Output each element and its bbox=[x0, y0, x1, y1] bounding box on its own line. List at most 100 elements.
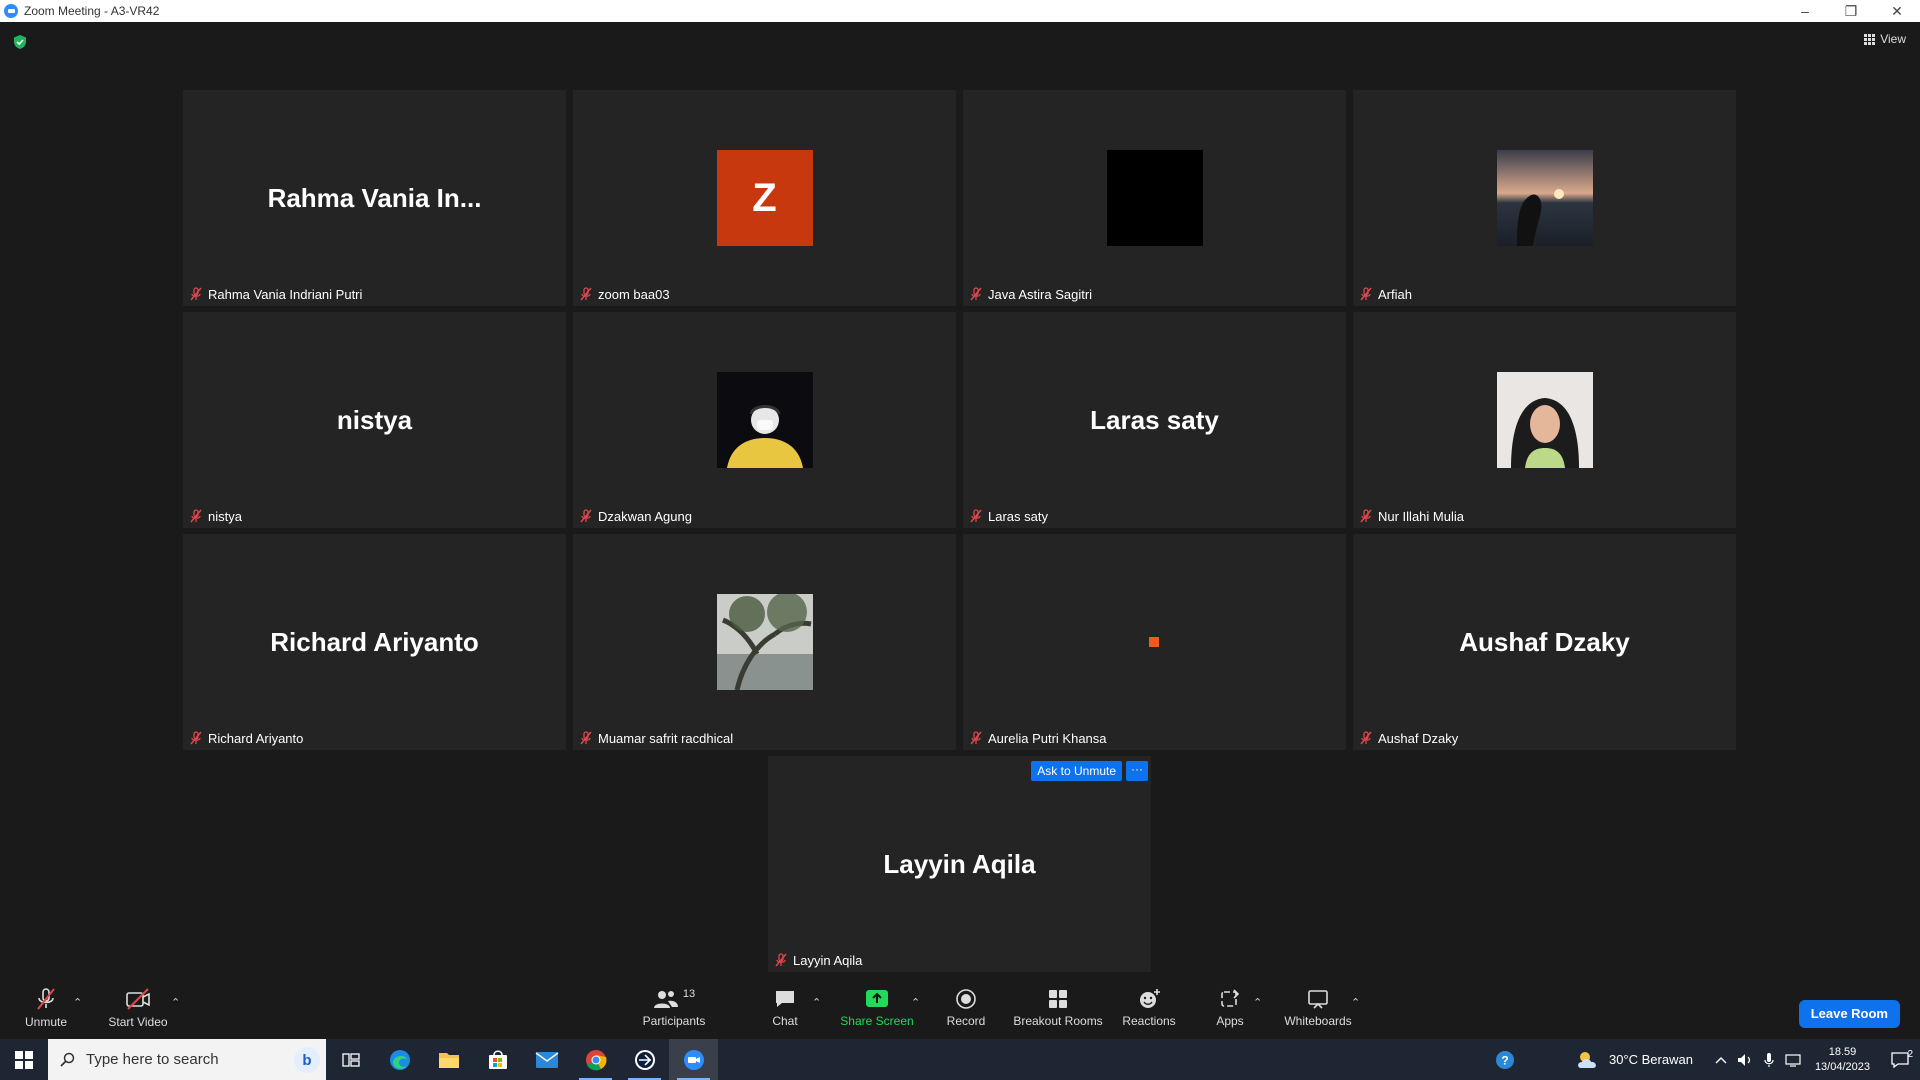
close-button[interactable]: ✕ bbox=[1874, 0, 1920, 22]
audio-options-caret[interactable]: ⌃ bbox=[73, 996, 82, 1009]
participant-name: Java Astira Sagitri bbox=[988, 286, 1093, 302]
tile-name-label: Aurelia Putri Khansa bbox=[967, 728, 1111, 748]
chrome-icon[interactable] bbox=[571, 1039, 620, 1080]
tile-name-label: zoom baa03 bbox=[577, 284, 674, 304]
tile-name-label: Richard Ariyanto bbox=[187, 728, 307, 748]
apps-button[interactable]: Apps bbox=[1210, 976, 1250, 1039]
video-tile[interactable]: Z zoom baa03 bbox=[573, 90, 956, 306]
clock-date: 13/04/2023 bbox=[1814, 1060, 1870, 1073]
video-tile[interactable]: Muamar safrit racdhical bbox=[573, 534, 956, 750]
participants-icon bbox=[653, 990, 678, 1008]
system-tray: ? 30°C Berawan 18.59 13/04/2023 2 bbox=[1485, 1039, 1920, 1080]
windows-logo-icon bbox=[15, 1050, 33, 1069]
start-video-button[interactable]: Start Video bbox=[106, 976, 170, 1039]
whiteboards-options-caret[interactable]: ⌃ bbox=[1351, 996, 1360, 1009]
microphone-muted-icon bbox=[37, 987, 55, 1010]
participant-name: Aushaf Dzaky bbox=[1378, 730, 1459, 746]
tile-name-label: Dzakwan Agung bbox=[577, 506, 696, 526]
task-view-icon[interactable] bbox=[326, 1039, 375, 1080]
participant-name: nistya bbox=[208, 508, 242, 524]
apps-icon bbox=[1221, 988, 1240, 1007]
share-options-caret[interactable]: ⌃ bbox=[911, 996, 920, 1009]
video-tile[interactable]: Laras saty Laras saty bbox=[963, 312, 1346, 528]
video-tile[interactable]: Java Astira Sagitri bbox=[963, 90, 1346, 306]
view-button[interactable]: View bbox=[1864, 32, 1906, 46]
participants-button[interactable]: 13 Participants bbox=[640, 976, 708, 1039]
vpn-app-icon[interactable] bbox=[620, 1039, 669, 1080]
video-tile[interactable]: Aurelia Putri Khansa bbox=[963, 534, 1346, 750]
chat-options-caret[interactable]: ⌃ bbox=[812, 996, 821, 1009]
edge-icon[interactable] bbox=[375, 1039, 424, 1080]
notification-center-icon[interactable]: 2 bbox=[1880, 1049, 1920, 1068]
video-tile[interactable]: nistya nistya bbox=[183, 312, 566, 528]
chevron-up-icon[interactable] bbox=[1709, 1056, 1733, 1064]
meeting-toolbar: Unmute ⌃ Start Video ⌃ 13 Participants C… bbox=[0, 976, 1920, 1039]
breakout-rooms-button[interactable]: Breakout Rooms bbox=[1013, 976, 1103, 1039]
shield-icon[interactable] bbox=[12, 34, 28, 50]
reactions-button[interactable]: Reactions bbox=[1121, 976, 1177, 1039]
participant-name: Layyin Aqila bbox=[793, 952, 863, 968]
mic-muted-icon bbox=[970, 287, 982, 301]
taskbar-search[interactable]: Type here to search b bbox=[48, 1039, 326, 1080]
unmute-button[interactable]: Unmute bbox=[20, 976, 72, 1039]
reactions-label: Reactions bbox=[1122, 1013, 1176, 1028]
whiteboards-button[interactable]: Whiteboards bbox=[1282, 976, 1354, 1039]
record-button[interactable]: Record bbox=[944, 976, 988, 1039]
video-tile[interactable]: Rahma Vania In... Rahma Vania Indriani P… bbox=[183, 90, 566, 306]
clock[interactable]: 18.59 13/04/2023 bbox=[1815, 1045, 1870, 1075]
meeting-gallery: View Rahma Vania In... Rahma Vania Indri… bbox=[0, 22, 1920, 976]
maximize-button[interactable]: ❐ bbox=[1828, 0, 1874, 22]
store-icon[interactable] bbox=[473, 1039, 522, 1080]
mic-muted-icon bbox=[970, 731, 982, 745]
zoom-taskbar-icon[interactable] bbox=[669, 1039, 718, 1080]
apps-options-caret[interactable]: ⌃ bbox=[1253, 996, 1262, 1009]
cloudy-weather-icon bbox=[1578, 1051, 1596, 1068]
tile-name-label: Laras saty bbox=[967, 506, 1052, 526]
chat-icon bbox=[776, 990, 794, 1007]
avatar bbox=[716, 372, 813, 468]
mic-muted-icon bbox=[1360, 509, 1372, 523]
help-icon[interactable]: ? bbox=[1485, 1049, 1525, 1071]
avatar bbox=[716, 594, 813, 690]
whiteboard-icon bbox=[1308, 989, 1328, 1009]
tile-display-name: Layyin Aqila bbox=[883, 848, 1036, 879]
video-tile[interactable]: Aushaf Dzaky Aushaf Dzaky bbox=[1353, 534, 1736, 750]
record-icon bbox=[956, 988, 976, 1009]
volume-icon[interactable] bbox=[1733, 1053, 1757, 1067]
network-icon[interactable] bbox=[1781, 1053, 1805, 1067]
video-tile[interactable]: Layyin Aqila Ask to Unmute ··· Layyin Aq… bbox=[768, 756, 1151, 972]
view-label: View bbox=[1880, 32, 1906, 46]
start-video-label: Start Video bbox=[108, 1014, 168, 1029]
window-titlebar: Zoom Meeting - A3-VR42 – ❐ ✕ bbox=[0, 0, 1920, 22]
whiteboards-label: Whiteboards bbox=[1284, 1013, 1352, 1028]
tile-name-label: Muamar safrit racdhical bbox=[577, 728, 737, 748]
zoom-app-icon bbox=[4, 4, 18, 18]
leave-room-button[interactable]: Leave Room bbox=[1798, 1000, 1900, 1028]
video-tile[interactable]: Arfiah bbox=[1353, 90, 1736, 306]
share-screen-button[interactable]: Share Screen bbox=[840, 976, 914, 1039]
bing-icon[interactable]: b bbox=[294, 1047, 320, 1073]
start-button[interactable] bbox=[0, 1039, 48, 1080]
minimize-button[interactable]: – bbox=[1782, 0, 1828, 22]
mail-icon[interactable] bbox=[522, 1039, 571, 1080]
video-tile[interactable]: Richard Ariyanto Richard Ariyanto bbox=[183, 534, 566, 750]
mic-muted-icon bbox=[580, 731, 592, 745]
video-options-caret[interactable]: ⌃ bbox=[171, 996, 180, 1009]
windows-taskbar: Type here to search b ? 30°C Berawan 18.… bbox=[0, 1039, 1920, 1080]
apps-label: Apps bbox=[1216, 1013, 1244, 1028]
file-explorer-icon[interactable] bbox=[424, 1039, 473, 1080]
tile-name-label: Aushaf Dzaky bbox=[1357, 728, 1462, 748]
tile-display-name: Laras saty bbox=[1090, 404, 1219, 435]
tile-name-label: Rahma Vania Indriani Putri bbox=[187, 284, 366, 304]
tile-name-label: Arfiah bbox=[1357, 284, 1416, 304]
participant-name: Dzakwan Agung bbox=[598, 508, 692, 524]
ask-to-unmute-button[interactable]: Ask to Unmute bbox=[1031, 761, 1122, 781]
participant-name: Nur Illahi Mulia bbox=[1378, 508, 1464, 524]
microphone-icon[interactable] bbox=[1757, 1052, 1781, 1068]
video-tile[interactable]: Nur Illahi Mulia bbox=[1353, 312, 1736, 528]
weather-widget[interactable]: 30°C Berawan bbox=[1575, 1049, 1693, 1071]
video-tile[interactable]: Dzakwan Agung bbox=[573, 312, 956, 528]
chat-button[interactable]: Chat bbox=[765, 976, 805, 1039]
more-options-button[interactable]: ··· bbox=[1126, 761, 1148, 781]
breakout-rooms-icon bbox=[1049, 989, 1067, 1008]
